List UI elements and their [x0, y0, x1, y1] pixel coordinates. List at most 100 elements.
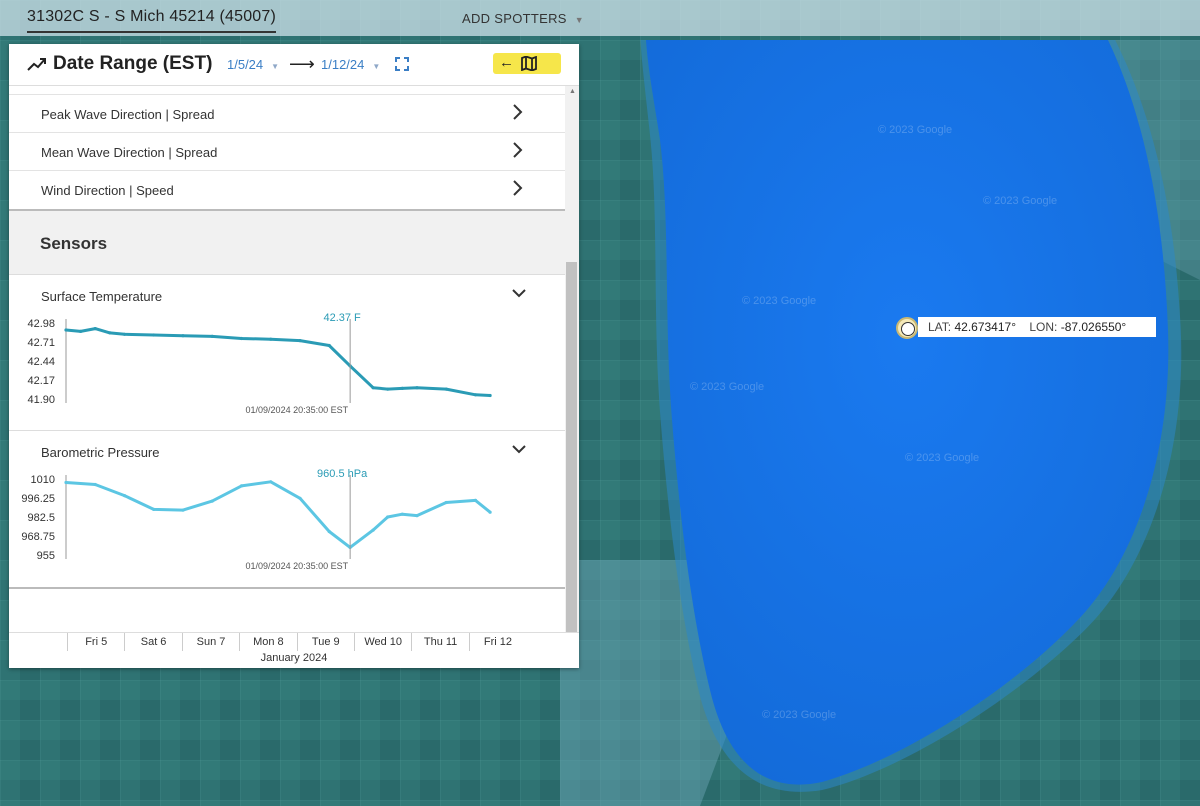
data-point	[400, 512, 404, 516]
start-date-value: 1/5/24	[227, 57, 264, 72]
end-date-select[interactable]: 1/12/24 ▼	[321, 57, 380, 72]
menu-item-wind-direction[interactable]: Wind Direction | Speed	[9, 170, 565, 208]
data-point	[473, 498, 478, 502]
caret-down-icon: ▼	[271, 62, 280, 71]
data-point	[108, 331, 112, 335]
data-point	[79, 329, 83, 333]
data-point	[400, 386, 404, 390]
timeline-axis: Fri 5 Sat 6 Sun 7 Mon 8 Tue 9 Wed 10 Thu 11 Fri…	[9, 632, 579, 668]
menu-item-label: Wind Direction | Speed	[41, 183, 174, 198]
chevron-down-icon	[512, 289, 526, 298]
caret-down-icon: ▼	[372, 62, 381, 71]
chevron-right-icon	[513, 142, 523, 158]
timeline-day-label: Fri 5	[67, 633, 124, 651]
data-point	[415, 514, 419, 518]
menu-item-label: Peak Wave Direction | Spread	[41, 107, 215, 122]
data-panel: Date Range (EST) 1/5/24 ▼ ⟶ 1/12/24 ▼ ← Pe…	[9, 44, 579, 668]
timeline-day-label: Thu 11	[411, 633, 468, 651]
sensor-header-barometric-pressure[interactable]: Barometric Pressure	[9, 431, 565, 467]
timeline-day-label: Sat 6	[124, 633, 181, 651]
location-marker-icon[interactable]	[896, 317, 918, 339]
surface-temperature-chart[interactable]: 42.98 42.71 42.44 42.17 41.90 42.37 F 01/09/20…	[9, 311, 565, 431]
data-point	[269, 337, 273, 341]
station-selector[interactable]: 31302C S - S Mich 45214 (45007)	[27, 8, 277, 33]
data-point	[181, 334, 185, 338]
barometric-pressure-chart[interactable]: 1010 996.25 982.5 968.75 955 960.5 hPa 01/09/2…	[9, 467, 565, 587]
timeline-month: January 2024	[260, 652, 328, 664]
lat-value: 42.673417°	[954, 320, 1016, 334]
add-spotters-label: ADD SPOTTERS	[462, 11, 567, 26]
panel-header: Date Range (EST) 1/5/24 ▼ ⟶ 1/12/24 ▼ ←	[9, 44, 579, 86]
data-point	[122, 332, 127, 336]
menu-item-peak-wave-direction[interactable]: Peak Wave Direction | Spread	[9, 94, 565, 132]
data-point	[269, 480, 273, 484]
caret-down-icon: ▼	[574, 15, 584, 25]
sensors-title: Sensors	[40, 234, 108, 253]
panel-scroll-area[interactable]: Peak Wave Direction | Spread Mean Wave D…	[9, 86, 565, 632]
cursor-time-label: 01/09/2024 20:35:00 EST	[246, 405, 349, 415]
lat-label: LAT:	[928, 320, 952, 334]
data-point	[444, 387, 448, 391]
data-point	[371, 386, 375, 390]
y-tick-label: 42.71	[27, 337, 55, 349]
data-point	[371, 528, 375, 532]
cursor-time-label: 01/09/2024 20:35:00 EST	[246, 561, 349, 571]
y-tick-label: 982.5	[27, 512, 55, 524]
data-point	[64, 328, 68, 332]
map-watermark: © 2023 Google	[762, 709, 837, 721]
scrollbar-thumb[interactable]	[566, 262, 577, 632]
lon-label: LON:	[1029, 320, 1058, 334]
timeline-day-label: Wed 10	[354, 633, 411, 651]
lon-value: -87.026550°	[1060, 320, 1127, 334]
menu-item-label: Mean Wave Direction | Spread	[41, 145, 218, 160]
data-point	[473, 393, 478, 397]
data-point	[386, 387, 390, 391]
y-tick-label: 1010	[31, 474, 55, 486]
data-point	[415, 386, 419, 390]
data-point	[298, 496, 302, 500]
map-watermark: © 2023 Google	[742, 295, 817, 307]
data-point	[327, 343, 331, 348]
y-tick-label: 42.17	[27, 375, 55, 387]
scroll-up-icon[interactable]: ▲	[569, 88, 576, 95]
chevron-right-icon	[513, 180, 523, 196]
data-point	[239, 484, 244, 488]
series-line	[65, 480, 492, 549]
top-bar: 31302C S - S Mich 45214 (45007) ADD SPOT…	[0, 0, 1200, 36]
data-point	[152, 507, 156, 511]
data-point	[93, 327, 97, 331]
panel-title: Date Range (EST)	[53, 53, 213, 74]
sensor-header-surface-temperature[interactable]: Surface Temperature	[9, 275, 565, 311]
data-point	[327, 529, 331, 534]
sensor-card-barometric-pressure: Barometric Pressure 1010 996.25 982.5 968.7…	[9, 431, 565, 589]
data-point	[298, 339, 302, 343]
map-watermark: © 2023 Google	[905, 452, 980, 464]
data-point	[181, 508, 185, 512]
sensor-name: Barometric Pressure	[41, 445, 160, 460]
cursor-value-label: 42.37 F	[323, 312, 361, 324]
map-watermark: © 2023 Google	[878, 124, 953, 136]
start-date-select[interactable]: 1/5/24 ▼	[227, 57, 279, 72]
y-tick-label: 42.44	[27, 356, 55, 368]
data-point	[386, 515, 390, 519]
sensor-card-surface-temperature: Surface Temperature 42.98 42.71 42.44 42.17…	[9, 275, 565, 431]
menu-item-mean-wave-direction[interactable]: Mean Wave Direction | Spread	[9, 132, 565, 170]
fullscreen-icon[interactable]	[395, 57, 409, 71]
data-point	[488, 393, 492, 398]
series-line	[65, 327, 491, 397]
data-point	[239, 336, 244, 341]
chevron-down-icon	[512, 445, 526, 454]
data-point	[210, 334, 214, 338]
show-map-button[interactable]: ←	[493, 53, 561, 74]
back-arrow-icon: ←	[499, 54, 514, 71]
map-watermark: © 2023 Google	[690, 381, 765, 393]
coordinate-label: LAT: 42.673417° LON: -87.026550°	[918, 317, 1156, 337]
add-spotters-dropdown[interactable]: ADD SPOTTERS ▼	[462, 11, 584, 26]
trend-icon	[27, 58, 46, 71]
cursor-value-label: 960.5 hPa	[317, 468, 368, 480]
data-point	[210, 499, 214, 503]
data-point	[93, 482, 97, 487]
timeline-day-label: Sun 7	[181, 633, 239, 651]
timeline-day-label: Mon 8	[239, 633, 296, 651]
data-point	[488, 510, 492, 514]
